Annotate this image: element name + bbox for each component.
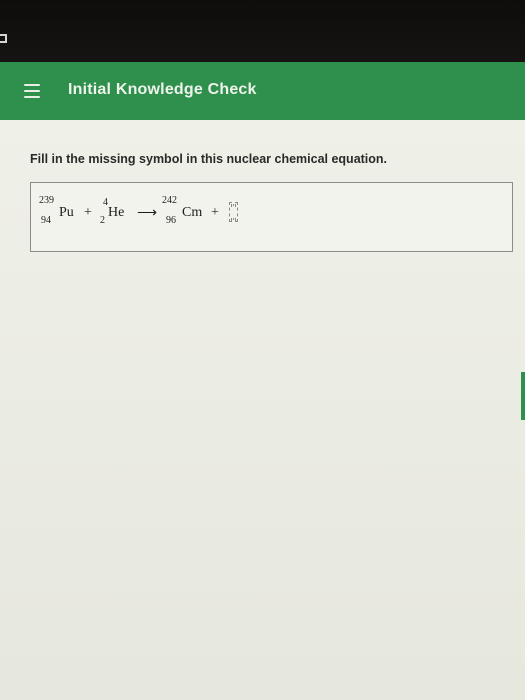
hamburger-menu-icon[interactable] (24, 84, 40, 98)
pu-atomic-number: 94 (41, 215, 51, 226)
cm-mass-number: 242 (162, 195, 177, 206)
nuclear-equation: 239 94 Pu + 4 2 He ⟶ 242 96 Cm + (39, 195, 279, 235)
pu-symbol: Pu (59, 205, 74, 220)
reaction-arrow: ⟶ (137, 206, 158, 221)
cm-symbol: Cm (182, 205, 203, 220)
page-title: Initial Knowledge Check (68, 81, 257, 98)
answer-input-box[interactable]: 239 94 Pu + 4 2 He ⟶ 242 96 Cm + (30, 182, 513, 252)
question-prompt: Fill in the missing symbol in this nucle… (30, 152, 388, 166)
main-content: Fill in the missing symbol in this nucle… (0, 120, 525, 700)
missing-symbol-input[interactable] (229, 202, 238, 222)
he-symbol: He (108, 205, 125, 220)
cm-atomic-number: 96 (166, 215, 176, 226)
scroll-indicator (521, 372, 525, 420)
pu-mass-number: 239 (39, 195, 54, 206)
he-atomic-number: 2 (100, 215, 105, 226)
window-corner-icon (0, 34, 7, 43)
plus-sign: + (84, 205, 92, 220)
plus-sign-2: + (211, 205, 219, 220)
device-frame (0, 0, 525, 62)
app-header: Initial Knowledge Check (0, 62, 525, 120)
